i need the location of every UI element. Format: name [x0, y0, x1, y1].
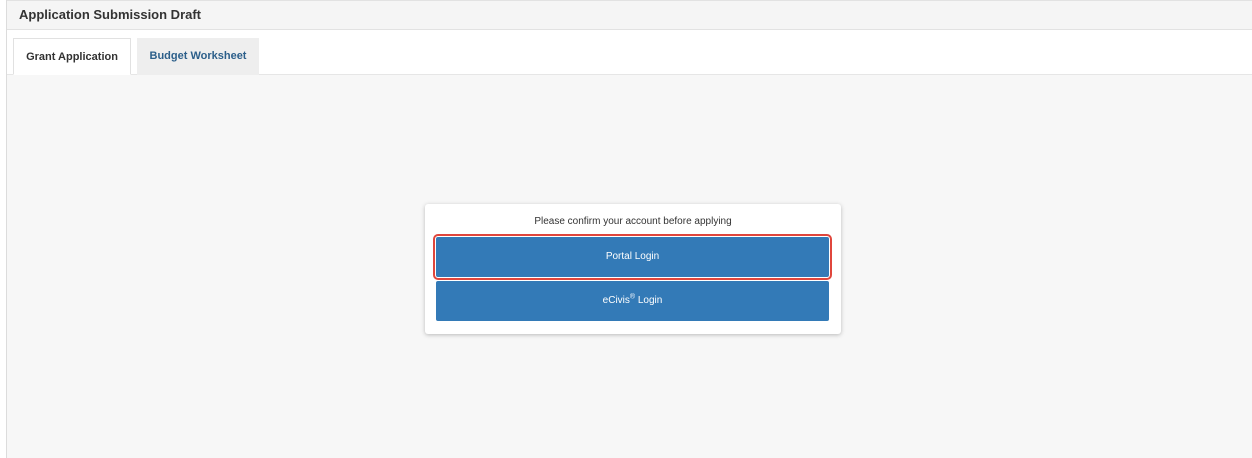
- tab-grant-application[interactable]: Grant Application: [13, 38, 131, 75]
- login-card: Please confirm your account before apply…: [425, 204, 841, 334]
- login-prompt: Please confirm your account before apply…: [534, 216, 732, 227]
- ecivis-login-label: Login: [635, 295, 663, 306]
- tab-bar: Grant Application Budget Worksheet: [7, 30, 1252, 75]
- ecivis-brand-label: eCivis: [602, 295, 630, 306]
- tab-budget-worksheet[interactable]: Budget Worksheet: [137, 38, 259, 75]
- panel-title: Application Submission Draft: [7, 0, 1252, 30]
- application-panel: Application Submission Draft Grant Appli…: [6, 0, 1252, 458]
- portal-login-button[interactable]: Portal Login: [433, 234, 832, 280]
- ecivis-login-button[interactable]: eCivis® Login: [436, 281, 829, 321]
- tab-content: Please confirm your account before apply…: [7, 75, 1252, 458]
